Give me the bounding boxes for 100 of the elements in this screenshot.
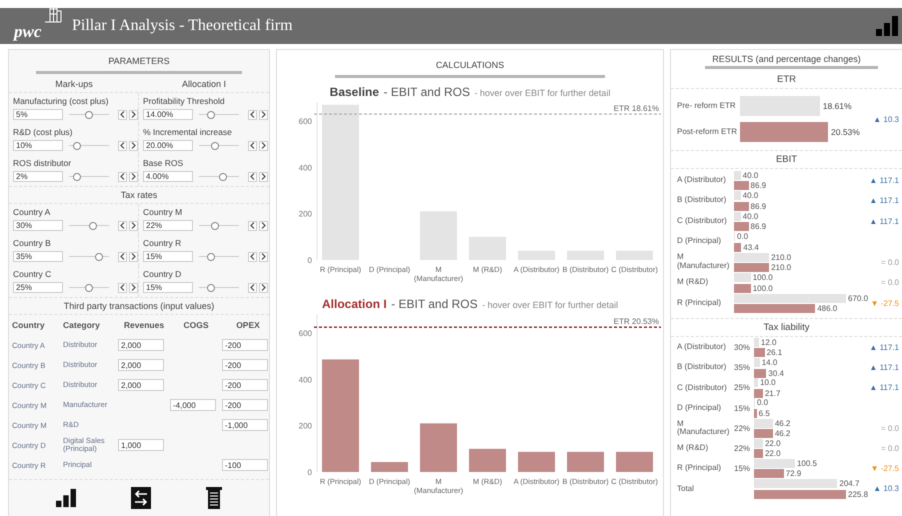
decrease-button[interactable] bbox=[248, 220, 257, 230]
axis-label: 400 bbox=[298, 163, 312, 172]
slider-thumb[interactable] bbox=[73, 173, 81, 181]
bar-value: 40.0 bbox=[742, 170, 758, 180]
decrease-button[interactable] bbox=[118, 110, 127, 120]
bar bbox=[469, 236, 506, 260]
slider-thumb[interactable] bbox=[207, 253, 215, 261]
field-label: % Incremental increase bbox=[143, 127, 233, 137]
increase-button[interactable] bbox=[129, 140, 138, 150]
change-value: ▲ 10.3 bbox=[872, 484, 899, 494]
increase-button[interactable] bbox=[259, 172, 268, 182]
slider-thumb[interactable] bbox=[85, 111, 93, 119]
decrease-button[interactable] bbox=[248, 140, 257, 150]
slider-thumb[interactable] bbox=[73, 142, 81, 150]
slider-thumb[interactable] bbox=[211, 222, 219, 230]
chevron-right-icon bbox=[131, 142, 136, 149]
input-field[interactable]: 20.00% bbox=[143, 140, 193, 151]
input-field[interactable]: 10% bbox=[13, 140, 63, 151]
chevron-right-icon bbox=[261, 173, 266, 180]
change-value: = 0.0 bbox=[880, 444, 899, 454]
input-field[interactable]: 2,000 bbox=[118, 339, 164, 351]
increase-button[interactable] bbox=[129, 172, 138, 182]
input-field[interactable]: 22% bbox=[143, 220, 193, 231]
input-field[interactable]: 15% bbox=[143, 251, 193, 262]
increase-button[interactable] bbox=[129, 220, 138, 230]
increase-button[interactable] bbox=[129, 282, 138, 292]
field-label: ROS distributor bbox=[13, 158, 72, 168]
chevron-left-icon bbox=[120, 284, 125, 291]
row-label: R (Principal) bbox=[677, 464, 722, 474]
change-value: ▲ 117.1 bbox=[869, 216, 899, 226]
field-label: Profitability Threshold bbox=[143, 96, 226, 106]
increase-button[interactable] bbox=[129, 252, 138, 262]
document-list-icon[interactable] bbox=[206, 487, 222, 509]
change-value: ▲ 117.1 bbox=[869, 363, 899, 372]
bar-value: 20.53% bbox=[831, 127, 860, 137]
bar-chart-icon[interactable] bbox=[56, 488, 76, 508]
input-field[interactable]: -4,000 bbox=[170, 399, 216, 411]
input-field[interactable]: 35% bbox=[13, 251, 63, 262]
decrease-button[interactable] bbox=[248, 252, 257, 262]
decrease-button[interactable] bbox=[118, 252, 127, 262]
increase-button[interactable] bbox=[259, 252, 268, 262]
increase-button[interactable] bbox=[259, 282, 268, 292]
slider-thumb[interactable] bbox=[207, 111, 215, 119]
bar bbox=[567, 250, 604, 260]
slider-thumb[interactable] bbox=[89, 222, 97, 230]
input-field[interactable]: 4.00% bbox=[143, 171, 193, 182]
row-label: B (Distributor) bbox=[677, 196, 728, 206]
swap-arrows-icon[interactable] bbox=[130, 487, 151, 509]
decrease-button[interactable] bbox=[118, 172, 127, 182]
axis-label: 0 bbox=[308, 256, 312, 265]
input-field[interactable]: -200 bbox=[222, 359, 268, 371]
bar-value: 204.7 bbox=[839, 479, 860, 488]
row-label: A (Distributor) bbox=[677, 343, 727, 352]
bar-value: 100.0 bbox=[752, 273, 773, 282]
input-field[interactable]: 15% bbox=[143, 282, 193, 293]
bar-value: 670.0 bbox=[848, 294, 868, 302]
chevron-left-icon bbox=[250, 173, 255, 180]
decrease-button[interactable] bbox=[118, 140, 127, 150]
input-field[interactable]: -200 bbox=[222, 379, 268, 391]
slider-thumb[interactable] bbox=[85, 284, 93, 292]
slider-thumb[interactable] bbox=[211, 142, 219, 150]
slider-thumb[interactable] bbox=[95, 253, 103, 261]
decrease-button[interactable] bbox=[118, 282, 127, 292]
bar bbox=[420, 423, 457, 472]
input-field[interactable]: 1,000 bbox=[118, 439, 164, 451]
input-field[interactable]: 2% bbox=[13, 171, 63, 182]
decrease-button[interactable] bbox=[118, 220, 127, 230]
field-label: Country A bbox=[13, 207, 52, 217]
slider-thumb[interactable] bbox=[219, 173, 227, 181]
input-field[interactable]: 30% bbox=[13, 220, 63, 231]
chevron-left-icon bbox=[120, 111, 125, 118]
change-value: ▲ 117.1 bbox=[869, 343, 899, 352]
input-field[interactable]: -100 bbox=[222, 459, 268, 471]
bar-value: 22.0 bbox=[764, 438, 781, 448]
change-value: = 0.0 bbox=[880, 258, 899, 267]
field-label: Country M bbox=[143, 207, 184, 217]
input-field[interactable]: 5% bbox=[13, 109, 63, 120]
bar bbox=[420, 211, 457, 260]
chevron-right-icon bbox=[261, 142, 266, 149]
chart-hint: - hover over EBIT for further detail bbox=[474, 88, 610, 98]
increase-button[interactable] bbox=[259, 110, 268, 120]
chart-hint: - hover over EBIT for further detail bbox=[482, 300, 618, 310]
input-field[interactable]: -1,000 bbox=[222, 419, 268, 431]
bar bbox=[469, 448, 506, 472]
slider-thumb[interactable] bbox=[207, 284, 215, 292]
input-field[interactable]: 14.00% bbox=[143, 109, 193, 120]
increase-button[interactable] bbox=[259, 140, 268, 150]
decrease-button[interactable] bbox=[248, 172, 257, 182]
bar bbox=[518, 452, 555, 472]
increase-button[interactable] bbox=[259, 220, 268, 230]
input-field[interactable]: 2,000 bbox=[118, 359, 164, 371]
change-value: ▼ -27.5 bbox=[870, 464, 899, 474]
increase-button[interactable] bbox=[129, 110, 138, 120]
decrease-button[interactable] bbox=[248, 282, 257, 292]
decrease-button[interactable] bbox=[248, 110, 257, 120]
chevron-left-icon bbox=[250, 111, 255, 118]
input-field[interactable]: -200 bbox=[222, 399, 268, 411]
input-field[interactable]: 2,000 bbox=[118, 379, 164, 391]
input-field[interactable]: -200 bbox=[222, 339, 268, 351]
input-field[interactable]: 25% bbox=[13, 282, 63, 293]
